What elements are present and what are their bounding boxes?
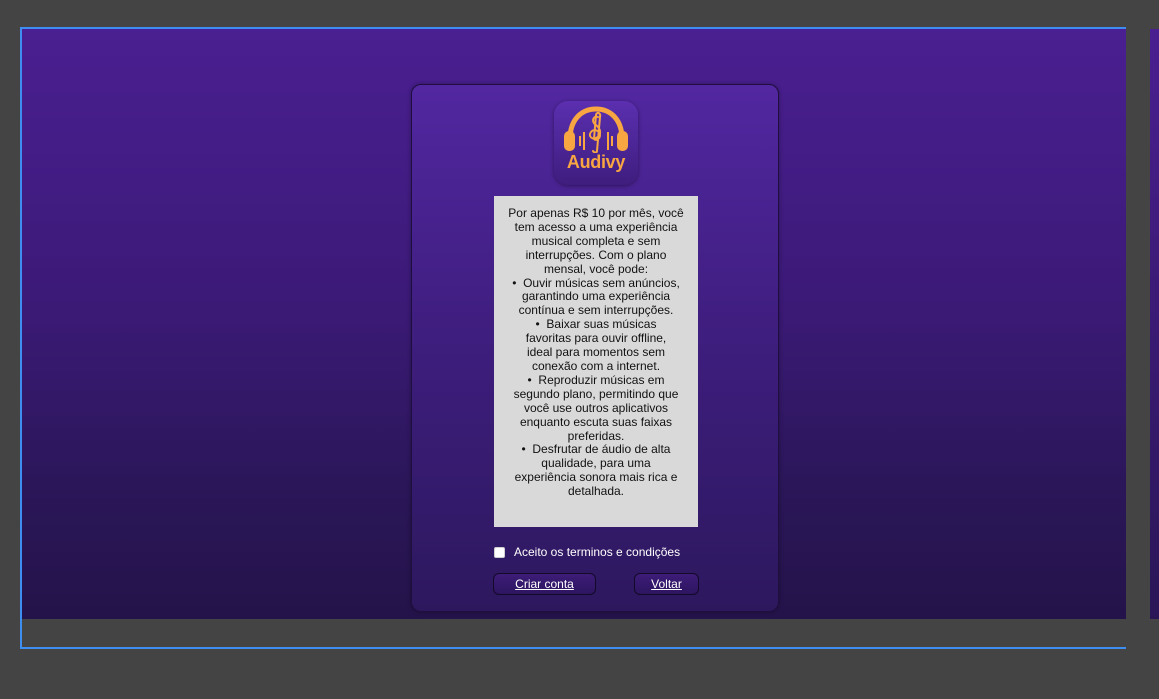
accept-terms-row: Aceito os terminos e condições xyxy=(494,544,680,560)
terms-benefit-item: Reproduzir músicas em segundo plano, per… xyxy=(504,373,688,444)
terms-benefit-item: Ouvir músicas sem anúncios, garantindo u… xyxy=(504,276,688,319)
signup-card: Audivy Por apenas R$ 10 por mês, você te… xyxy=(411,84,779,612)
terms-benefit-item: Desfrutar de áudio de alta qualidade, pa… xyxy=(504,443,688,499)
logo-text: Audivy xyxy=(566,152,626,172)
create-account-button[interactable]: Criar conta xyxy=(493,573,596,595)
terms-text-box: Por apenas R$ 10 por mês, você tem acess… xyxy=(494,196,698,527)
accept-terms-label[interactable]: Aceito os terminos e condições xyxy=(514,545,680,559)
app-logo: Audivy xyxy=(554,101,638,185)
terms-intro: Por apenas R$ 10 por mês, você tem acess… xyxy=(508,206,684,276)
accept-terms-checkbox[interactable] xyxy=(494,546,505,558)
headphones-treble-clef-icon xyxy=(564,106,628,153)
terms-benefits-list: Ouvir músicas sem anúncios, garantindo u… xyxy=(504,276,688,500)
artboard: Audivy Por apenas R$ 10 por mês, você te… xyxy=(22,29,1126,619)
back-button[interactable]: Voltar xyxy=(634,573,699,595)
adjacent-artboard-edge xyxy=(1150,29,1159,619)
terms-benefit-item: Baixar suas músicas favoritas para ouvir… xyxy=(504,317,688,374)
canvas-area xyxy=(22,619,1126,647)
